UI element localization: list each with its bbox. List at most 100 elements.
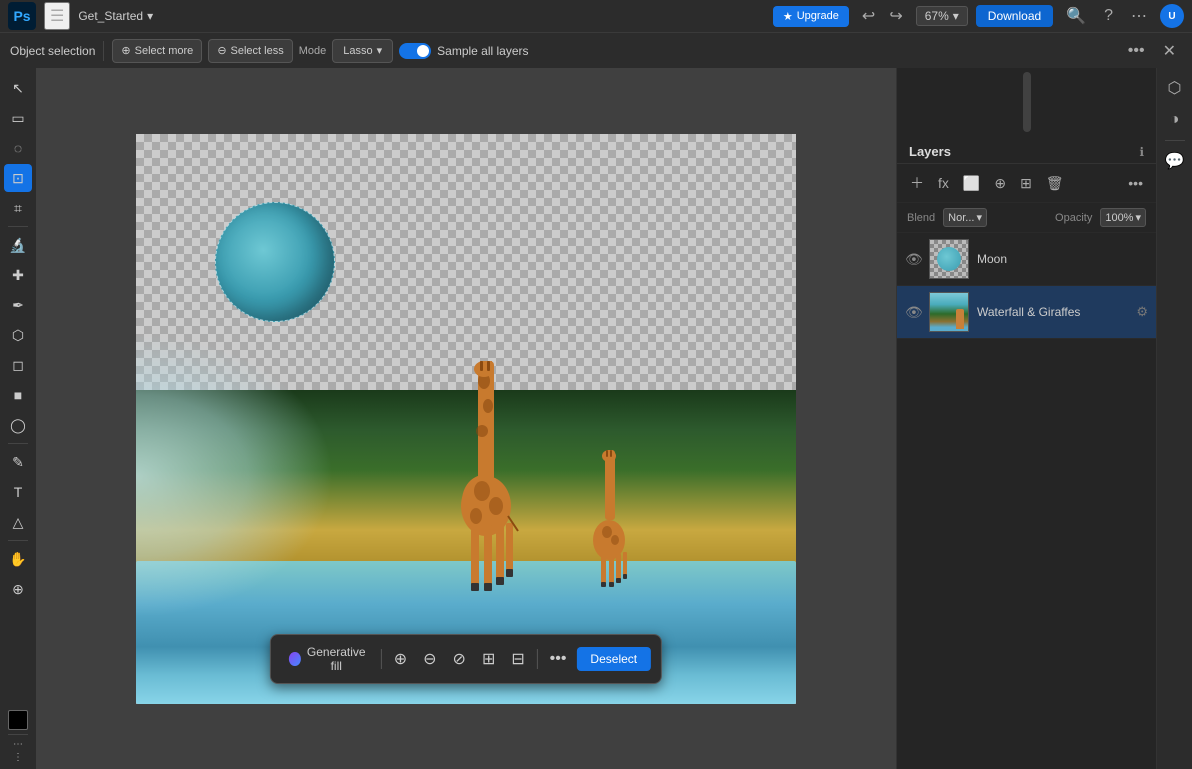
move-tool-button[interactable]: ↖ bbox=[4, 74, 32, 102]
giraffe-large bbox=[446, 361, 526, 601]
thumb-giraffe-shape bbox=[956, 309, 964, 329]
layer-thumbnail-moon bbox=[929, 239, 969, 279]
ri-separator bbox=[1165, 140, 1185, 141]
mask-button[interactable]: ⬜ bbox=[958, 172, 985, 195]
chat-icon-button[interactable]: 💬 bbox=[1161, 147, 1189, 175]
toggle-thumb bbox=[417, 45, 429, 57]
select-more-label: Select more bbox=[135, 45, 194, 57]
ft-separator-2 bbox=[537, 649, 538, 669]
layer-item-scene[interactable]: 👁 Waterfall & Giraffes ⚙ bbox=[897, 286, 1156, 339]
apps-button[interactable]: ⋯ bbox=[1126, 4, 1152, 28]
generative-badge-icon bbox=[289, 652, 301, 666]
blend-mode-select[interactable]: Nor... ▾ bbox=[943, 208, 987, 227]
brush-tool-button[interactable]: ✒ bbox=[4, 291, 32, 319]
layer-visibility-icon-moon[interactable]: 👁 bbox=[905, 251, 921, 268]
tool-separator-2 bbox=[8, 443, 28, 444]
shape-tool-button[interactable]: △ bbox=[4, 508, 32, 536]
layers-panel: Layers ℹ ＋ fx ⬜ ⊕ ⊞ 🗑 ••• Blend Nor... ▾… bbox=[896, 68, 1156, 769]
opacity-label: Opacity bbox=[1055, 212, 1092, 224]
generative-fill-button[interactable]: Generative fill bbox=[281, 641, 375, 677]
eyedropper-tool-button[interactable]: 🔬 bbox=[4, 231, 32, 259]
blend-opacity-row: Blend Nor... ▾ Opacity 100% ▾ bbox=[897, 203, 1156, 233]
lasso-chevron: ▾ bbox=[377, 44, 383, 57]
toggle-track[interactable] bbox=[399, 43, 431, 59]
zoom-control[interactable]: 67% ▾ bbox=[916, 6, 968, 26]
select-tool-button[interactable]: ▭ bbox=[4, 104, 32, 132]
opacity-chevron: ▾ bbox=[1135, 211, 1141, 224]
close-toolbar-button[interactable]: ✕ bbox=[1157, 39, 1182, 63]
intersect-selection-button[interactable]: ⊘ bbox=[447, 645, 472, 673]
layers-tools-row: ＋ fx ⬜ ⊕ ⊞ 🗑 ••• bbox=[897, 164, 1156, 203]
redo-button[interactable]: ↪ bbox=[884, 4, 907, 28]
pen-tool-button[interactable]: ✎ bbox=[4, 448, 32, 476]
crop-tool-button[interactable]: ⌗ bbox=[4, 194, 32, 222]
foreground-color-swatch[interactable] bbox=[8, 710, 28, 730]
layers-info-icon[interactable]: ℹ bbox=[1139, 145, 1144, 159]
help-button[interactable]: ? bbox=[1099, 5, 1118, 27]
right-panel-icons: ⬡ ◑ 💬 bbox=[1156, 68, 1192, 769]
more-options-button[interactable]: ••• bbox=[1122, 40, 1151, 62]
upgrade-button[interactable]: ★ Upgrade bbox=[773, 6, 849, 27]
blend-mode-label: Blend bbox=[907, 212, 935, 224]
add-selection-button[interactable]: ⊕ bbox=[388, 645, 413, 673]
more-tools-icon[interactable]: ⋮ bbox=[13, 752, 23, 763]
expand-selection-button[interactable]: ⊞ bbox=[476, 645, 501, 673]
menu-icon-button[interactable]: ☰ bbox=[44, 2, 70, 30]
object-select-tool-button[interactable]: ⊡ bbox=[4, 164, 32, 192]
hand-tool-button[interactable]: ✋ bbox=[4, 545, 32, 573]
layer-name-moon: Moon bbox=[977, 252, 1148, 266]
generative-fill-label: Generative fill bbox=[306, 645, 367, 673]
lasso-label: Lasso bbox=[343, 45, 372, 57]
search-button[interactable]: 🔍 bbox=[1061, 4, 1091, 28]
tool-name-label: Object selection bbox=[10, 44, 95, 58]
stamp-tool-button[interactable]: ⬡ bbox=[4, 321, 32, 349]
canvas-area[interactable]: Generative fill ⊕ ⊖ ⊘ ⊞ ⊟ ••• Deselect bbox=[36, 68, 896, 769]
heal-tool-button[interactable]: ✚ bbox=[4, 261, 32, 289]
select-less-label: Select less bbox=[231, 45, 284, 57]
lasso-dropdown[interactable]: Lasso ▾ bbox=[332, 39, 393, 63]
new-layer-button[interactable]: ＋ bbox=[905, 170, 929, 196]
adjustments-icon-button[interactable]: ◑ bbox=[1161, 106, 1189, 134]
opacity-select[interactable]: 100% ▾ bbox=[1100, 208, 1146, 227]
topbar: Ps ☰ Get_Started ▾ ★ Upgrade ↩ ↪ 67% ▾ D… bbox=[0, 0, 1192, 32]
download-button[interactable]: Download bbox=[976, 5, 1053, 27]
tool-separator-4 bbox=[8, 734, 28, 735]
app-logo: Ps bbox=[8, 2, 36, 30]
layer-item-moon[interactable]: 👁 Moon bbox=[897, 233, 1156, 286]
star-icon: ★ bbox=[783, 10, 793, 23]
layers-panel-header: Layers ℹ bbox=[897, 136, 1156, 164]
adjustment-button[interactable]: ⊕ bbox=[989, 172, 1011, 195]
undo-button[interactable]: ↩ bbox=[857, 4, 880, 28]
lasso-tool-button[interactable]: ◌ bbox=[4, 134, 32, 162]
main-area: ↖ ▭ ◌ ⊡ ⌗ 🔬 ✚ ✒ ⬡ ◻ ■ ◯ ✎ T △ ✋ ⊕ ⋯ ⋮ bbox=[0, 68, 1192, 769]
zoom-tool-button[interactable]: ⊕ bbox=[4, 575, 32, 603]
layer-visibility-icon-scene[interactable]: 👁 bbox=[905, 304, 921, 321]
canvas-wrapper: Generative fill ⊕ ⊖ ⊘ ⊞ ⊟ ••• Deselect bbox=[136, 134, 796, 704]
panel-scrollbar[interactable] bbox=[1023, 72, 1031, 132]
user-avatar[interactable]: U bbox=[1160, 4, 1184, 28]
layers-panel-title: Layers bbox=[909, 144, 1133, 159]
filename-chevron: ▾ bbox=[147, 9, 153, 23]
zoom-chevron: ▾ bbox=[953, 9, 959, 23]
sample-all-layers-toggle[interactable]: Sample all layers bbox=[399, 43, 528, 59]
layers-more-button[interactable]: ••• bbox=[1123, 172, 1148, 194]
select-more-button[interactable]: ⊕ Select more bbox=[112, 39, 202, 63]
more-options-float-button[interactable]: ••• bbox=[544, 646, 573, 672]
layer-settings-icon[interactable]: ⚙ bbox=[1136, 304, 1148, 320]
subtract-selection-button[interactable]: ⊖ bbox=[417, 645, 442, 673]
gradient-tool-button[interactable]: ■ bbox=[4, 381, 32, 409]
dodge-tool-button[interactable]: ◯ bbox=[4, 411, 32, 439]
wrap-selection-button[interactable]: ⊟ bbox=[505, 645, 530, 673]
blend-mode-value: Nor... bbox=[948, 212, 974, 224]
layer-group-button[interactable]: ⊞ bbox=[1015, 172, 1037, 195]
fx-button[interactable]: fx bbox=[933, 172, 954, 194]
select-less-button[interactable]: ⊖ Select less bbox=[208, 39, 292, 63]
delete-layer-button[interactable]: 🗑 bbox=[1041, 172, 1069, 195]
deselect-button[interactable]: Deselect bbox=[576, 647, 651, 671]
blend-mode-chevron: ▾ bbox=[976, 211, 982, 224]
text-tool-button[interactable]: T bbox=[4, 478, 32, 506]
properties-icon-button[interactable]: ⬡ bbox=[1161, 74, 1189, 102]
eraser-tool-button[interactable]: ◻ bbox=[4, 351, 32, 379]
mode-label: Mode bbox=[299, 45, 327, 57]
expand-tools-icon[interactable]: ⋯ bbox=[13, 739, 23, 750]
